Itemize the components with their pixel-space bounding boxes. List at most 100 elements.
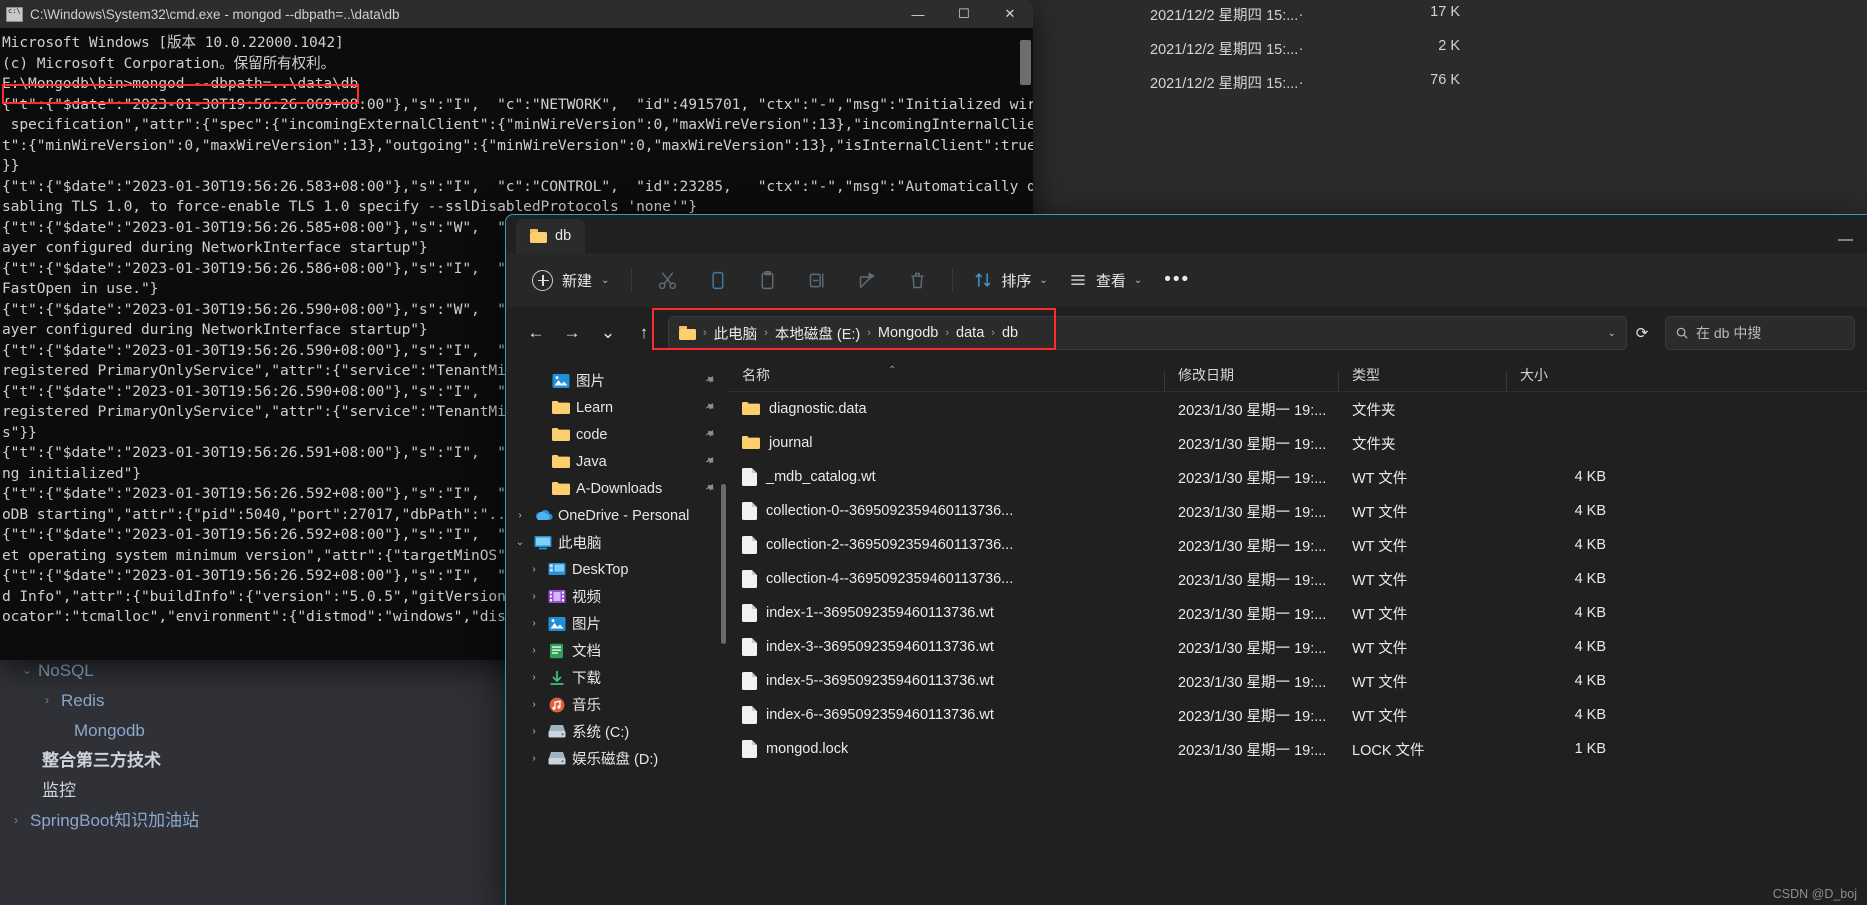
pin-icon[interactable] [699, 452, 718, 471]
more-options-button[interactable]: ••• [1152, 269, 1202, 291]
sidebar-item-视频[interactable]: › 视频 [506, 583, 728, 610]
view-button[interactable]: 查看 ⌄ [1058, 263, 1152, 298]
file-name-cell: index-6--3695092359460113736.wt [728, 706, 1164, 724]
cmd-scrollbar-thumb[interactable] [1020, 40, 1031, 85]
pin-icon[interactable] [699, 425, 718, 444]
file-date: 2023/1/30 星期一 19:... [1178, 538, 1327, 555]
column-header-type[interactable]: 类型 [1338, 365, 1506, 391]
search-placeholder: 在 db 中搜 [1696, 325, 1762, 341]
table-row[interactable]: index-6--3695092359460113736.wt 2023/1/30… [728, 698, 1867, 732]
refresh-button[interactable]: ⟳ [1627, 318, 1657, 348]
copy-icon [712, 271, 724, 289]
sort-button[interactable]: 排序 ⌄ [963, 263, 1057, 298]
breadcrumb-item[interactable]: data [956, 325, 984, 341]
breadcrumb-separator: › [867, 327, 871, 339]
table-row[interactable]: index-3--3695092359460113736.wt 2023/1/30… [728, 630, 1867, 664]
recent-locations-button[interactable]: ⌄ [590, 316, 626, 350]
sidebar-item-DeskTop[interactable]: › DeskTop [506, 556, 728, 583]
breadcrumb-item[interactable]: 本地磁盘 (E:) [775, 323, 860, 344]
chevron-icon[interactable]: › [526, 672, 542, 683]
chevron-icon[interactable]: › [526, 645, 542, 656]
explorer-tab-db[interactable]: db [516, 219, 586, 253]
breadcrumb-item[interactable]: db [1002, 325, 1018, 341]
table-row[interactable]: collection-4--3695092359460113736... 2023… [728, 562, 1867, 596]
explorer-tabbar: db — [506, 215, 1867, 253]
sidebar-item-系统 (C:)[interactable]: › 系统 (C:) [506, 718, 728, 745]
back-button[interactable]: ← [518, 316, 554, 350]
sidebar-item-文档[interactable]: › 文档 [506, 637, 728, 664]
folder-icon [530, 229, 547, 243]
view-list-icon [1071, 275, 1085, 285]
file-date: 2023/1/30 星期一 19:... [1178, 640, 1327, 657]
file-name-cell: _mdb_catalog.wt [728, 468, 1164, 486]
paste-button[interactable] [742, 262, 792, 298]
sidebar-item-娱乐磁盘 (D:)[interactable]: › 娱乐磁盘 (D:) [506, 745, 728, 772]
chevron-icon[interactable]: › [526, 618, 542, 629]
pin-icon[interactable] [699, 479, 718, 498]
sidebar-item-OneDrive - Personal[interactable]: › OneDrive - Personal [506, 502, 728, 529]
cut-button[interactable] [642, 262, 692, 298]
breadcrumb-item[interactable]: 此电脑 [714, 323, 758, 344]
sidebar-item-图片[interactable]: 图片 [506, 367, 728, 394]
chevron-icon[interactable]: › [526, 699, 542, 710]
paste-icon [761, 270, 774, 289]
explorer-minimize-button[interactable]: — [1838, 231, 1853, 248]
table-row[interactable]: _mdb_catalog.wt 2023/1/30 星期一 19:... WT 文件… [728, 460, 1867, 494]
sidebar-item-code[interactable]: code [506, 421, 728, 448]
chevron-icon[interactable]: › [526, 591, 542, 602]
column-header-size[interactable]: 大小 [1506, 365, 1636, 391]
sidebar-item-Learn[interactable]: Learn [506, 394, 728, 421]
pin-icon[interactable] [699, 371, 718, 390]
up-button[interactable]: ↑ [626, 316, 662, 350]
table-row[interactable]: collection-0--3695092359460113736... 2023… [728, 494, 1867, 528]
chevron-icon[interactable]: › [526, 753, 542, 764]
table-row[interactable]: mongod.lock 2023/1/30 星期一 19:... LOCK 文件 1 … [728, 732, 1867, 766]
explorer-tab-label: db [555, 228, 572, 244]
cmd-line: Microsoft Windows [版本 10.0.22000.1042] [2, 34, 344, 51]
chevron-down-icon-sort: ⌄ [1039, 274, 1048, 286]
breadcrumb[interactable]: › 此电脑 › 本地磁盘 (E:) › Mongodb › data › db ⌄ [668, 316, 1627, 350]
table-row[interactable]: journal 2023/1/30 星期一 19:... 文件夹 [728, 426, 1867, 460]
table-row[interactable]: collection-2--3695092359460113736... 2023… [728, 528, 1867, 562]
watermark: CSDN @D_boj [1772, 887, 1857, 901]
sidebar-item-图片[interactable]: › 图片 [506, 610, 728, 637]
rename-button[interactable] [792, 262, 842, 298]
column-header-date[interactable]: 修改日期 [1164, 365, 1338, 391]
forward-button[interactable]: → [554, 316, 590, 350]
address-dropdown-button[interactable]: ⌄ [1608, 328, 1616, 339]
sidebar-item-下载[interactable]: › 下载 [506, 664, 728, 691]
file-name: index-6--3695092359460113736.wt [766, 707, 994, 723]
sidebar-item-label: 娱乐磁盘 (D:) [572, 752, 659, 768]
column-header-name[interactable]: 名称 ⌃ [728, 365, 1164, 385]
cmd-close-button[interactable]: ✕ [987, 0, 1033, 28]
file-name: mongod.lock [766, 741, 849, 757]
chevron-icon[interactable]: › [526, 564, 542, 575]
cmd-maximize-button[interactable]: ☐ [941, 0, 987, 28]
share-button[interactable] [842, 262, 892, 298]
sidebar-item-A-Downloads[interactable]: A-Downloads [506, 475, 728, 502]
nav-scrollbar-thumb[interactable] [721, 484, 726, 644]
file-name: _mdb_catalog.wt [766, 469, 876, 485]
chevron-icon[interactable]: ⌄ [512, 537, 528, 548]
file-type: WT 文件 [1352, 572, 1408, 589]
copy-button[interactable] [692, 262, 742, 298]
background-file-type: . [1299, 72, 1304, 88]
pin-icon[interactable] [699, 398, 718, 417]
breadcrumb-item[interactable]: Mongodb [878, 325, 938, 341]
delete-button[interactable] [892, 262, 942, 298]
chevron-icon[interactable]: › [512, 510, 528, 521]
new-button[interactable]: 新建 ⌄ [520, 263, 621, 298]
table-row[interactable]: index-5--3695092359460113736.wt 2023/1/30… [728, 664, 1867, 698]
chevron-icon[interactable]: › [526, 726, 542, 737]
sidebar-item-音乐[interactable]: › 音乐 [506, 691, 728, 718]
table-row[interactable]: diagnostic.data 2023/1/30 星期一 19:... 文件夹 [728, 392, 1867, 426]
table-row[interactable]: index-1--3695092359460113736.wt 2023/1/30… [728, 596, 1867, 630]
background-sidebar-item-label: 监控 [42, 780, 76, 800]
cmd-titlebar[interactable]: C:\Windows\System32\cmd.exe - mongod --d… [0, 0, 1033, 28]
search-input[interactable]: 在 db 中搜 [1665, 316, 1855, 350]
sidebar-item-Java[interactable]: Java [506, 448, 728, 475]
sidebar-item-此电脑[interactable]: ⌄ 此电脑 [506, 529, 728, 556]
pictures-icon [552, 373, 570, 389]
file-type: WT 文件 [1352, 640, 1408, 657]
cmd-minimize-button[interactable]: — [895, 0, 941, 28]
